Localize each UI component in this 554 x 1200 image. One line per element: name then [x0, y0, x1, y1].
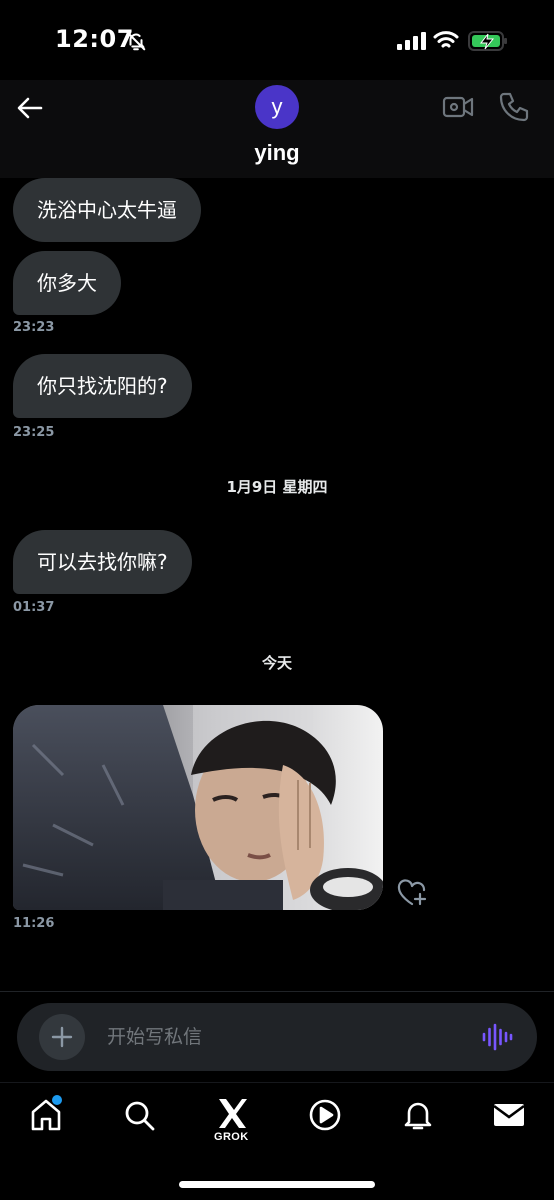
add-attachment-button[interactable] [39, 1014, 85, 1060]
photo-message[interactable] [13, 705, 383, 910]
grok-icon[interactable] [215, 1095, 251, 1131]
bell-off-icon [126, 31, 146, 51]
video-play-icon[interactable] [307, 1097, 343, 1133]
message-timestamp: 01:37 [13, 600, 55, 615]
messages-icon[interactable] [491, 1097, 527, 1133]
voice-message-icon[interactable] [481, 1022, 513, 1052]
message-timestamp: 23:23 [13, 320, 55, 335]
battery-charging-icon [468, 31, 507, 51]
add-reaction-icon[interactable] [396, 878, 428, 908]
avatar[interactable]: y [255, 85, 299, 129]
dm-conversation-screen: 12:07 y ying 洗浴中心太牛逼 你多大 23:23 你只找沈阳的? 2… [0, 0, 554, 1200]
notifications-icon[interactable] [400, 1097, 436, 1133]
date-separator: 今天 [261, 654, 292, 672]
selfie-photo [13, 705, 383, 910]
status-time: 12:07 [55, 25, 134, 53]
plus-icon [51, 1026, 73, 1048]
video-call-icon[interactable] [442, 92, 474, 122]
contact-name[interactable]: ying [0, 140, 554, 166]
message-bubble[interactable]: 洗浴中心太牛逼 [13, 178, 201, 242]
cellular-signal-icon [397, 32, 426, 50]
message-composer [17, 1003, 537, 1071]
search-icon[interactable] [121, 1097, 157, 1133]
back-arrow-icon[interactable] [14, 92, 46, 124]
message-input[interactable] [107, 1021, 467, 1053]
home-indicator[interactable] [179, 1181, 375, 1188]
message-bubble[interactable]: 你多大 [13, 251, 121, 315]
message-bubble[interactable]: 可以去找你嘛? [13, 530, 192, 594]
message-bubble[interactable]: 你只找沈阳的? [13, 354, 192, 418]
message-timestamp: 23:25 [13, 425, 55, 440]
phone-call-icon[interactable] [498, 91, 530, 123]
status-bar: 12:07 [0, 0, 554, 80]
notification-dot [52, 1095, 62, 1105]
message-timestamp: 11:26 [13, 916, 55, 931]
conversation-header: y ying [0, 80, 554, 178]
wifi-icon [433, 31, 459, 48]
date-separator: 1月9日 星期四 [226, 478, 328, 496]
grok-label: GROK [214, 1131, 249, 1143]
divider [0, 991, 554, 992]
